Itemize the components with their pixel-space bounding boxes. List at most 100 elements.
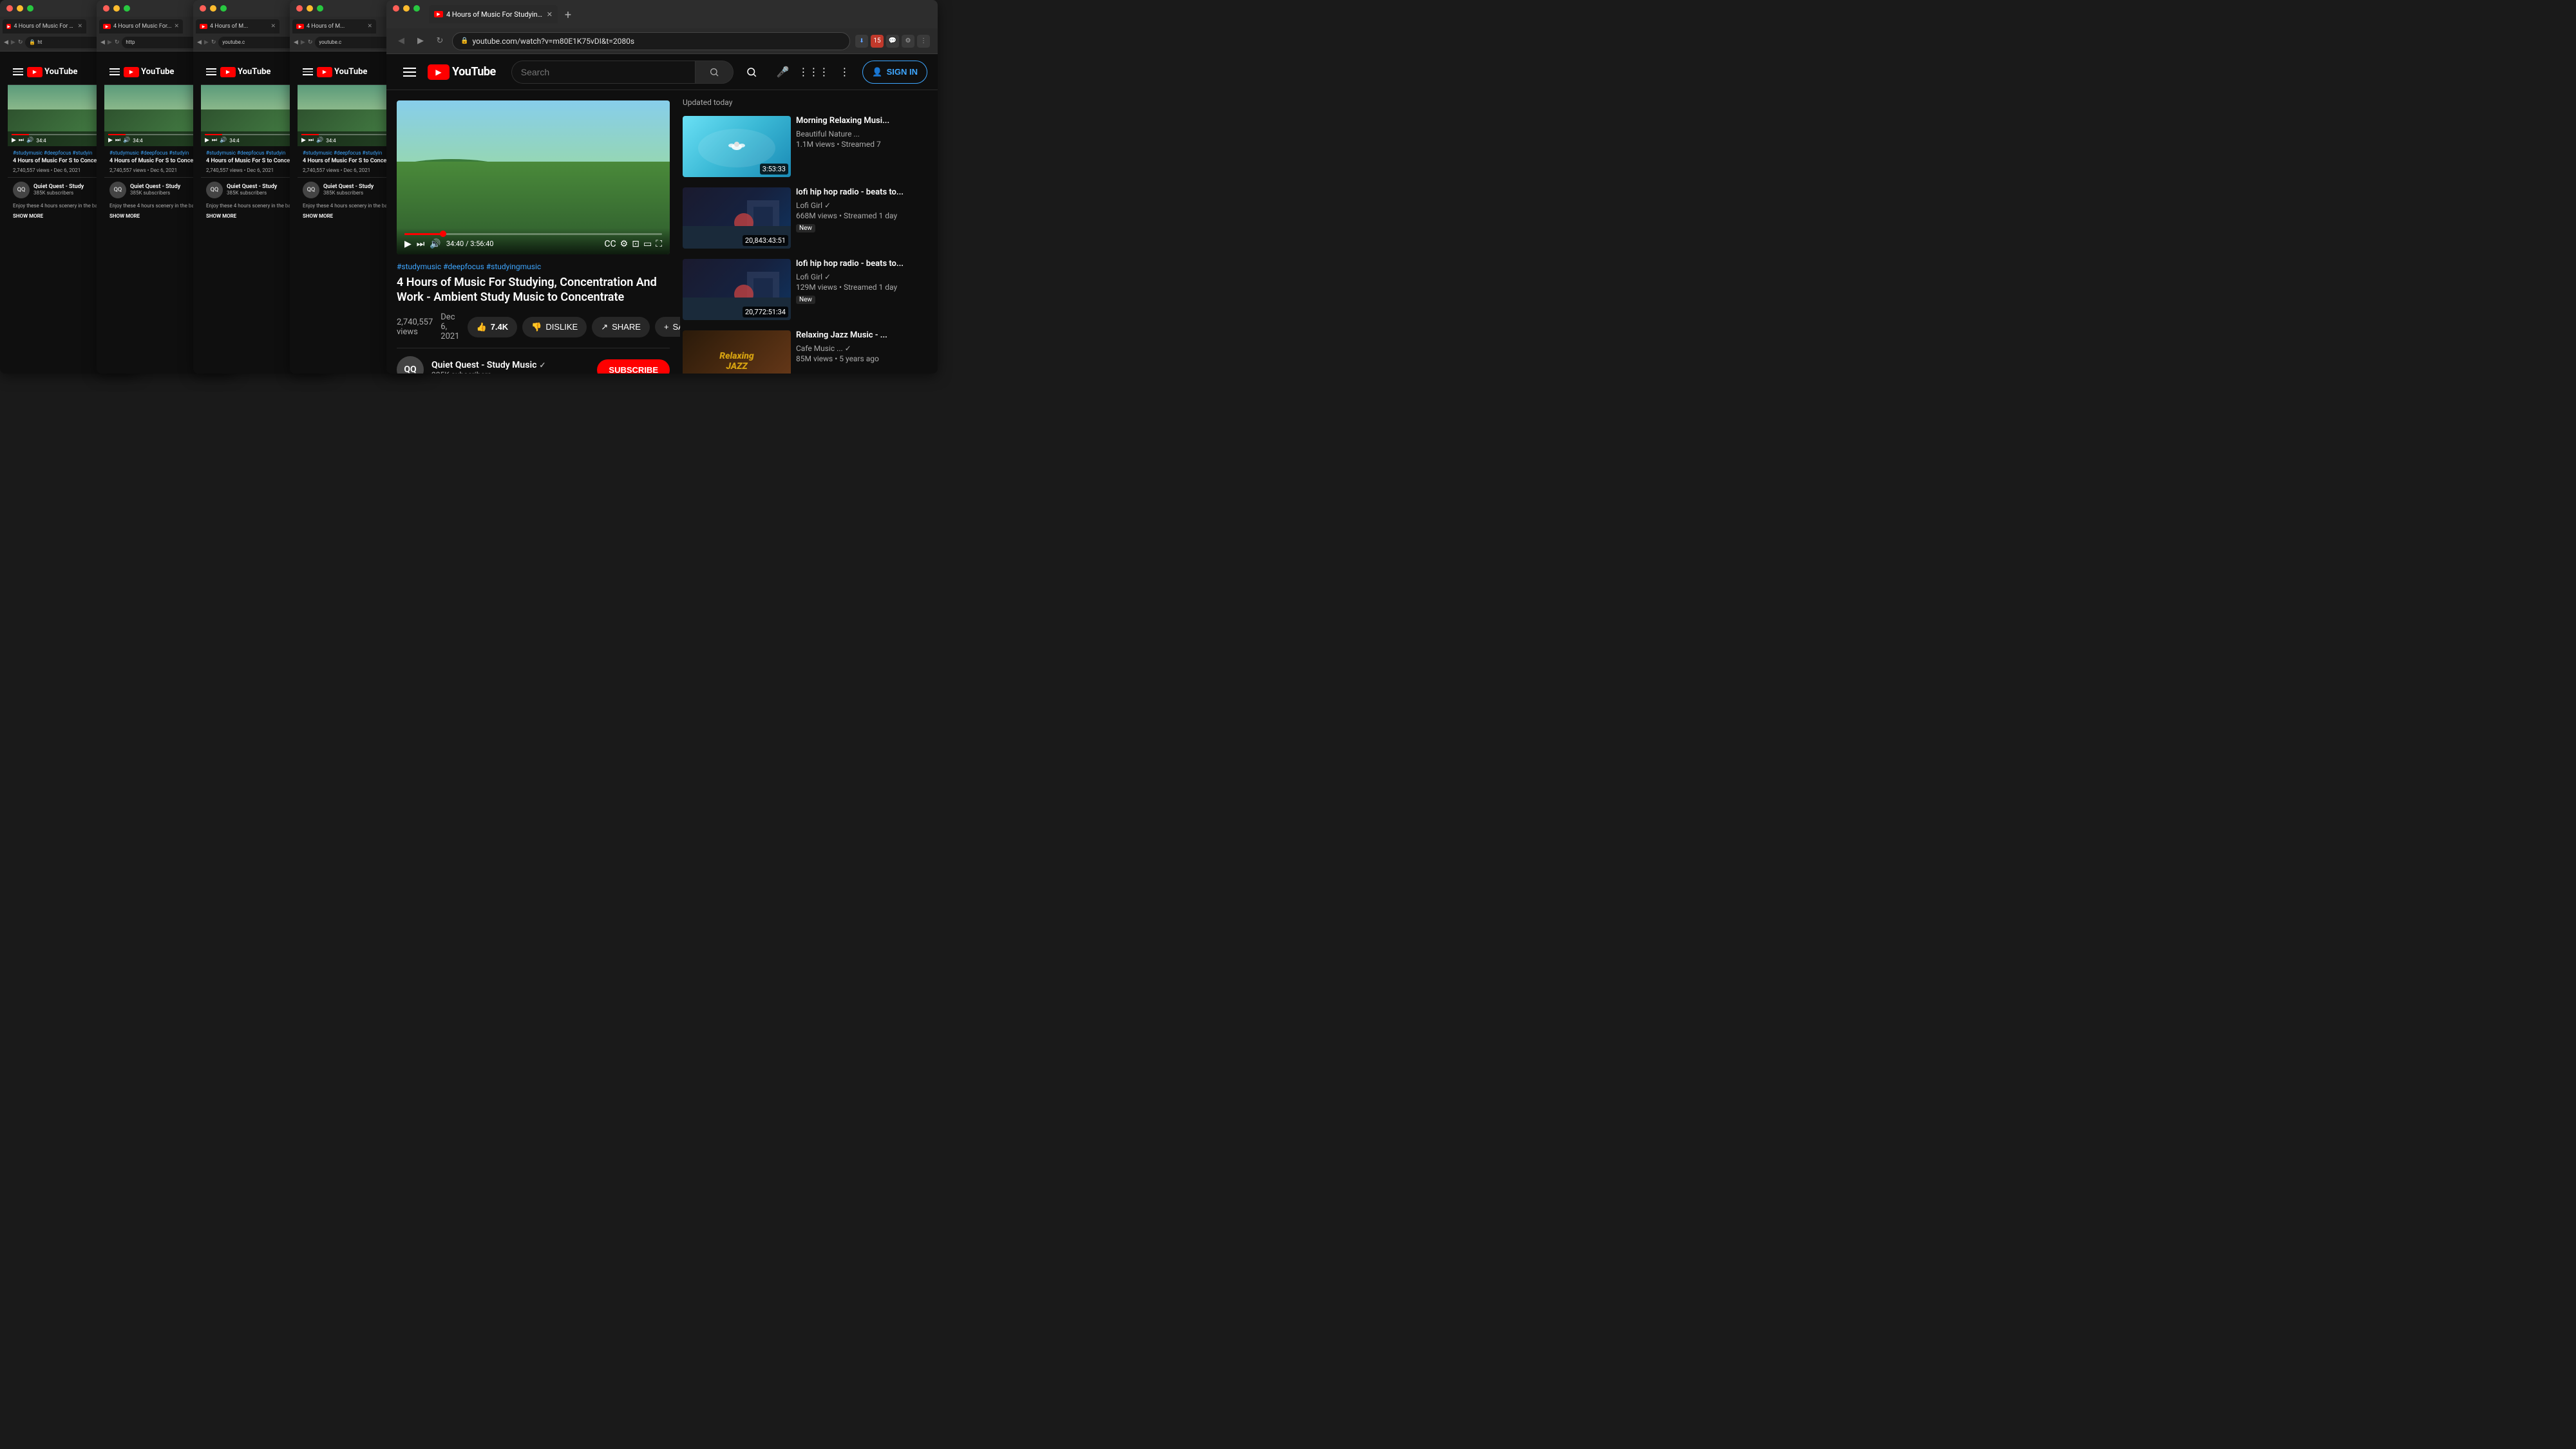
close-dot[interactable] [6, 5, 13, 12]
thumbs-down-icon: 👎 [531, 322, 542, 332]
minimize-dot-2[interactable] [113, 5, 120, 12]
new-badge-3: New [796, 296, 815, 304]
minimize-btn[interactable] [403, 5, 410, 12]
small-menu-icon-2[interactable] [109, 68, 120, 75]
video-player-section: ▶ ⏭ 🔊 34:40 / 3:56:40 CC ⚙ ⊡ ▭ ⛶ [386, 90, 680, 374]
sidebar-item-channel-2: Lofi Girl ✓ [796, 201, 927, 210]
dislike-button[interactable]: 👎 DISLIKE [522, 317, 587, 337]
share-button[interactable]: ↗ SHARE [592, 317, 650, 337]
next-btn[interactable]: ⏭ [417, 239, 425, 249]
maximize-dot-2[interactable] [124, 5, 130, 12]
video-player[interactable]: ▶ ⏭ 🔊 34:40 / 3:56:40 CC ⚙ ⊡ ▭ ⛶ [397, 100, 670, 254]
yt-logo[interactable]: YouTube [428, 64, 496, 80]
miniplayer-btn[interactable]: ⊡ [632, 239, 639, 249]
small-logo-icon-1: ▶ [27, 67, 43, 77]
maximize-dot-3[interactable] [220, 5, 227, 12]
forward-button[interactable]: ▶ [413, 34, 428, 48]
subscribe-button[interactable]: SUBSCRIBE [597, 359, 670, 374]
ext-icon-1[interactable]: ⬇ [855, 35, 868, 48]
bg-avatar-3: QQ [206, 182, 223, 198]
mic-icon-btn[interactable]: 🎤 [770, 59, 795, 85]
channel-row: QQ Quiet Quest - Study Music ✓ 385K subs… [397, 348, 670, 374]
ext-icon-5[interactable]: ⋮ [917, 35, 930, 48]
video-controls: ▶ ⏭ 🔊 34:40 / 3:56:40 CC ⚙ ⊡ ▭ ⛶ [397, 228, 670, 254]
yt-menu-button[interactable] [397, 59, 422, 85]
sign-in-button[interactable]: 👤 SIGN IN [862, 61, 927, 84]
small-yt-logo-1: ▶ YouTube [27, 67, 77, 77]
bg-avatar-2: QQ [109, 182, 126, 198]
sidebar-item-channel-3: Lofi Girl ✓ [796, 272, 927, 281]
thumb-duration-3: 20,772:51:34 [743, 307, 788, 317]
apps-icon-btn[interactable]: ⋮⋮⋮ [800, 59, 826, 85]
sidebar-item-title-4: Relaxing Jazz Music - ... [796, 330, 927, 341]
small-logo-text-2: YouTube [141, 67, 174, 77]
back-button[interactable]: ◀ [394, 34, 408, 48]
bg-time-1: 34:4 [36, 138, 46, 144]
updated-text: Updated today [680, 98, 930, 107]
small-yt-logo-3: ▶ YouTube [220, 67, 270, 77]
new-tab-button[interactable]: + [559, 6, 577, 23]
small-logo-icon-3: ▶ [220, 67, 236, 77]
maximize-dot-4[interactable] [317, 5, 323, 12]
main-tab-title: 4 Hours of Music For Studying... [446, 10, 544, 19]
minimize-dot-4[interactable] [307, 5, 313, 12]
sidebar-item-lofi-1[interactable]: 20,843:43:51 lofi hip hop radio - beats … [680, 185, 930, 251]
progress-bar[interactable] [404, 233, 662, 235]
close-dot-2[interactable] [103, 5, 109, 12]
menu-line [403, 68, 416, 69]
close-btn[interactable] [393, 5, 399, 12]
youtube-sidebar: Updated today 3:53:33 M [680, 90, 938, 374]
ext-icon-3[interactable]: 💬 [886, 35, 899, 48]
video-views: 2,740,557 views [397, 317, 433, 337]
volume-btn[interactable]: 🔊 [430, 239, 440, 249]
minimize-dot[interactable] [17, 5, 23, 12]
bg-time-4: 34:4 [326, 138, 336, 144]
extension-icons: ⬇ 15 💬 ⚙ ⋮ [855, 35, 930, 48]
progress-dot [440, 231, 446, 237]
sidebar-item-title-2: lofi hip hop radio - beats to... [796, 187, 927, 198]
sidebar-item-jazz[interactable]: RelaxingJAZZ 3:33:09 Relaxing Jazz Music… [680, 328, 930, 374]
thumb-duration-1: 3:53:33 [760, 164, 788, 175]
menu-line [403, 75, 416, 77]
like-button[interactable]: 👍 7.4K [468, 317, 518, 337]
search-icon-btn[interactable] [739, 59, 764, 85]
play-pause-btn[interactable]: ▶ [404, 239, 412, 249]
maximize-dot[interactable] [27, 5, 33, 12]
maximize-btn[interactable] [413, 5, 420, 12]
share-icon: ↗ [601, 322, 608, 332]
small-yt-logo-4: ▶ YouTube [317, 67, 367, 77]
sidebar-item-info-2: lofi hip hop radio - beats to... Lofi Gi… [796, 187, 927, 249]
minimize-dot-3[interactable] [210, 5, 216, 12]
sign-in-user-icon: 👤 [872, 67, 882, 77]
sidebar-item-morning-relaxing[interactable]: 3:53:33 Morning Relaxing Musi... Beautif… [680, 113, 930, 180]
small-menu-icon-4[interactable] [303, 68, 313, 75]
sidebar-item-lofi-2[interactable]: 20,772:51:34 lofi hip hop radio - beats … [680, 256, 930, 323]
more-options-btn[interactable]: ⋮ [831, 59, 857, 85]
main-tab-close[interactable]: ✕ [547, 10, 553, 19]
bg-time-3: 34:4 [229, 138, 239, 144]
sidebar-item-meta-2: 668M views • Streamed 1 day [796, 211, 927, 220]
progress-fill [404, 233, 443, 235]
search-input[interactable] [511, 61, 696, 84]
address-input[interactable]: 🔒 youtube.com/watch?v=m80E1K75vDI&t=2080… [452, 32, 850, 50]
subtitles-btn[interactable]: CC [604, 239, 616, 249]
close-dot-3[interactable] [200, 5, 206, 12]
ext-icon-4[interactable]: ⚙ [902, 35, 914, 48]
search-button[interactable] [695, 61, 734, 84]
main-tab-active[interactable]: ▶ 4 Hours of Music For Studying... ✕ [429, 5, 558, 23]
video-actions: 👍 7.4K 👎 DISLIKE ↗ SHARE [468, 317, 681, 337]
controls-row: ▶ ⏭ 🔊 34:40 / 3:56:40 CC ⚙ ⊡ ▭ ⛶ [404, 239, 662, 249]
bg-tab-title-1: 4 Hours of Music For S to Concentrate [14, 23, 75, 30]
ext-icon-2[interactable]: 15 [871, 35, 884, 48]
theater-btn[interactable]: ▭ [643, 239, 652, 249]
settings-btn[interactable]: ⚙ [620, 239, 629, 249]
small-logo-text-1: YouTube [44, 67, 77, 77]
small-menu-icon-1[interactable] [13, 68, 23, 75]
main-tab-favicon: ▶ [434, 11, 443, 17]
fullscreen-btn[interactable]: ⛶ [656, 239, 662, 249]
close-dot-4[interactable] [296, 5, 303, 12]
save-button[interactable]: + SAVE [655, 317, 680, 337]
small-menu-icon-3[interactable] [206, 68, 216, 75]
bg-time-2: 34:4 [133, 138, 142, 144]
reload-button[interactable]: ↻ [433, 34, 447, 48]
